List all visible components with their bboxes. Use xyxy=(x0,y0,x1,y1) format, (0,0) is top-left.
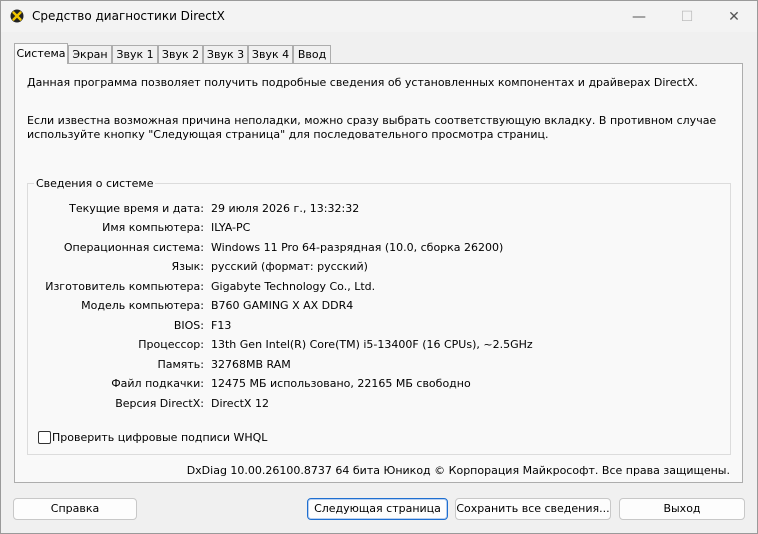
tab-display[interactable]: Экран xyxy=(68,45,112,63)
info-label: Текущие время и дата: xyxy=(69,202,204,215)
whql-checkbox-label[interactable]: Проверить цифровые подписи WHQL xyxy=(52,431,267,444)
info-value: F13 xyxy=(211,319,232,332)
info-label: Модель компьютера: xyxy=(81,299,204,312)
next-page-button[interactable]: Следующая страница xyxy=(307,498,448,520)
version-copyright-text: DxDiag 10.00.26100.8737 64 бита Юникод ©… xyxy=(186,464,730,477)
info-label: Файл подкачки: xyxy=(111,377,204,390)
tab-sound-4[interactable]: Звук 4 xyxy=(248,45,293,63)
info-label: Язык: xyxy=(171,260,204,273)
info-value: 32768MB RAM xyxy=(211,358,291,371)
maximize-icon: ☐ xyxy=(680,8,694,25)
close-button[interactable]: ✕ xyxy=(711,1,757,32)
info-value: 12475 МБ использовано, 22165 МБ свободно xyxy=(211,377,471,390)
info-value: DirectX 12 xyxy=(211,397,269,410)
info-value: Windows 11 Pro 64-разрядная (10.0, сборк… xyxy=(211,241,504,254)
info-value: ILYA-PC xyxy=(211,221,251,234)
tab-sound-3[interactable]: Звук 3 xyxy=(203,45,248,63)
help-button[interactable]: Справка xyxy=(13,498,137,520)
tab-sound-1[interactable]: Звук 1 xyxy=(112,45,158,63)
title-bar[interactable]: Средство диагностики DirectX — ☐ ✕ xyxy=(1,1,757,32)
info-value: 13th Gen Intel(R) Core(TM) i5-13400F (16… xyxy=(211,338,533,351)
info-value: B760 GAMING X AX DDR4 xyxy=(211,299,354,312)
info-label: Процессор: xyxy=(138,338,204,351)
info-value: Gigabyte Technology Co., Ltd. xyxy=(211,280,376,293)
whql-checkbox[interactable] xyxy=(38,431,51,444)
info-label: Имя компьютера: xyxy=(102,221,204,234)
exit-button[interactable]: Выход xyxy=(619,498,745,520)
window-title: Средство диагностики DirectX xyxy=(32,9,225,23)
minimize-icon: — xyxy=(632,8,646,25)
tab-system[interactable]: Система xyxy=(14,43,68,64)
info-label: Версия DirectX: xyxy=(115,397,204,410)
info-label: BIOS: xyxy=(173,319,204,332)
info-value: русский (формат: русский) xyxy=(211,260,368,273)
minimize-button[interactable]: — xyxy=(616,1,662,32)
directx-logo-icon xyxy=(10,9,24,23)
intro-text-1: Данная программа позволяет получить подр… xyxy=(27,76,698,89)
system-info-group-title: Сведения о системе xyxy=(34,177,156,190)
info-label: Операционная система: xyxy=(63,241,204,254)
info-label: Изготовитель компьютера: xyxy=(45,280,204,293)
info-value: 29 июля 2026 г., 13:32:32 xyxy=(211,202,360,215)
close-icon: ✕ xyxy=(728,8,740,25)
tab-sound-2[interactable]: Звук 2 xyxy=(158,45,203,63)
maximize-button[interactable]: ☐ xyxy=(664,1,710,32)
tab-input[interactable]: Ввод xyxy=(293,45,331,63)
intro-text-2: Если известна возможная причина неполадк… xyxy=(27,114,717,141)
info-label: Память: xyxy=(157,358,204,371)
save-all-info-button[interactable]: Сохранить все сведения... xyxy=(455,498,611,520)
